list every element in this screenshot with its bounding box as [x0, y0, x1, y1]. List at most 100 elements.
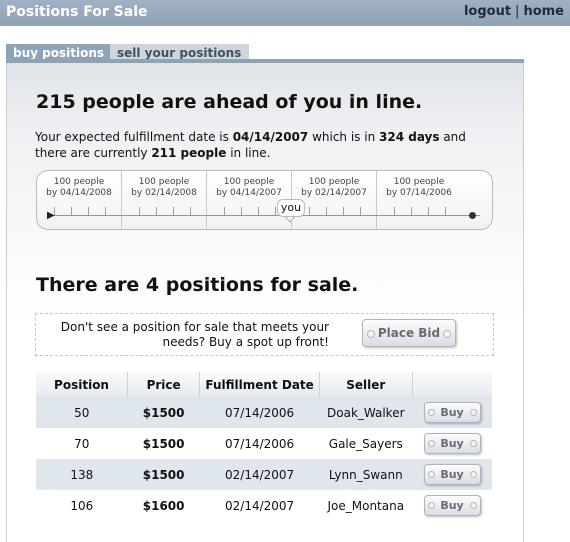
queue-summary: Your expected fulfillment date is 04/14/… — [35, 129, 495, 161]
timeline-tick — [309, 207, 310, 215]
column-header-action — [412, 372, 492, 397]
cell-action: Buy — [412, 490, 492, 521]
cell-seller: Lynn_Swann — [319, 459, 413, 490]
timeline-tick — [360, 207, 361, 215]
timeline-segment: 100 people by 02/14/2007 — [292, 171, 377, 229]
cell-date: 02/14/2007 — [199, 490, 320, 521]
tab-underline — [6, 59, 524, 63]
table-row: 138 $1500 02/14/2007 Lynn_Swann Buy — [36, 459, 492, 490]
timeline-start-arrow-icon: ▶ — [47, 210, 55, 221]
timeline-tick — [326, 207, 327, 215]
timeline-tick — [105, 207, 106, 215]
table-row: 50 $1500 07/14/2006 Doak_Walker Buy — [36, 397, 492, 428]
segment-label: 100 people by 02/14/2008 — [131, 177, 197, 198]
button-dot-icon — [469, 502, 477, 509]
timeline-tick — [71, 207, 72, 215]
bid-prompt-line: Don't see a position for sale that meets… — [60, 320, 329, 334]
cell-date: 07/14/2006 — [199, 428, 320, 459]
cell-action: Buy — [412, 459, 492, 490]
column-header-position: Position — [36, 372, 129, 397]
table-row: 70 $1500 07/14/2006 Gale_Sayers Buy — [36, 428, 492, 459]
you-marker: you — [277, 199, 305, 217]
timeline-tick — [88, 207, 89, 215]
buy-label: Buy — [440, 437, 464, 450]
cell-price: $1500 — [127, 459, 200, 490]
positions-heading: There are 4 positions for sale. — [36, 274, 359, 296]
timeline-end-dot-icon — [469, 212, 476, 219]
timeline-tick — [224, 207, 225, 215]
people-in-line: 211 people — [151, 146, 227, 160]
cell-seller: Gale_Sayers — [319, 428, 413, 459]
top-nav: logout | home — [464, 4, 564, 19]
queue-timeline: 100 people by 04/14/2008 100 people by 02/… — [36, 170, 493, 230]
timeline-segment: 100 people by 02/14/2008 — [122, 171, 207, 229]
timeline-tick — [275, 207, 276, 215]
timeline-tick — [156, 207, 157, 215]
column-header-price: Price — [127, 372, 201, 397]
bid-prompt-line: needs? Buy a spot up front! — [162, 335, 329, 349]
table-header-row: Position Price Fulfillment Date Seller — [36, 372, 492, 397]
timeline-tick — [394, 207, 395, 215]
button-dot-icon — [469, 409, 477, 416]
timeline-segment: 100 people by 07/14/2006 — [377, 171, 461, 229]
cell-action: Buy — [412, 428, 492, 459]
cell-position: 50 — [36, 397, 128, 428]
buy-label: Buy — [440, 468, 464, 481]
bid-prompt: Don't see a position for sale that meets… — [44, 320, 329, 350]
timeline-tick — [343, 207, 344, 215]
button-dot-icon — [427, 440, 435, 447]
cell-date: 07/14/2006 — [199, 397, 320, 428]
column-header-seller: Seller — [319, 372, 413, 397]
timeline-tick — [173, 207, 174, 215]
table-row: 106 $1600 02/14/2007 Joe_Montana Buy — [36, 490, 492, 521]
positions-table: Position Price Fulfillment Date Seller 5… — [36, 372, 492, 521]
cell-position: 138 — [36, 459, 128, 490]
cell-date: 02/14/2007 — [199, 459, 320, 490]
segment-label: 100 people by 07/14/2006 — [386, 177, 452, 198]
buy-label: Buy — [440, 406, 464, 419]
buy-button[interactable]: Buy — [423, 402, 481, 423]
place-bid-box: Don't see a position for sale that meets… — [35, 313, 494, 356]
button-dot-icon — [443, 330, 451, 338]
buy-button[interactable]: Buy — [423, 433, 481, 454]
cell-price: $1500 — [127, 397, 200, 428]
place-bid-label: Place Bid — [377, 326, 441, 340]
timeline-tick — [258, 207, 259, 215]
top-bar: Positions For Sale logout | home — [0, 0, 570, 26]
timeline-tick — [411, 207, 412, 215]
segment-label: 100 people by 04/14/2008 — [46, 177, 112, 198]
summary-text: which is in — [308, 130, 379, 144]
page-title: Positions For Sale — [6, 4, 148, 20]
buy-label: Buy — [440, 499, 464, 512]
nav-separator: | — [515, 4, 520, 19]
timeline-tick — [139, 207, 140, 215]
segment-label: 100 people by 02/14/2007 — [301, 177, 367, 198]
cell-action: Buy — [412, 397, 492, 428]
cell-position: 106 — [36, 490, 128, 521]
timeline-tick — [428, 207, 429, 215]
timeline-ticks — [37, 207, 492, 217]
buy-button[interactable]: Buy — [423, 495, 481, 516]
segment-label: 100 people by 04/14/2007 — [216, 177, 282, 198]
days-until: 324 days — [379, 130, 440, 144]
home-link[interactable]: home — [523, 4, 564, 19]
column-header-date: Fulfillment Date — [199, 372, 320, 397]
cell-price: $1600 — [127, 490, 200, 521]
cell-seller: Joe_Montana — [319, 490, 413, 521]
queue-headline: 215 people are ahead of you in line. — [36, 91, 423, 113]
button-dot-icon — [469, 471, 477, 478]
cell-seller: Doak_Walker — [319, 397, 413, 428]
button-dot-icon — [427, 471, 435, 478]
timeline-tick — [241, 207, 242, 215]
timeline-tick — [190, 207, 191, 215]
cell-price: $1500 — [127, 428, 200, 459]
place-bid-button[interactable]: Place Bid — [362, 319, 456, 347]
buy-button[interactable]: Buy — [423, 464, 481, 485]
summary-text: Your expected fulfillment date is — [35, 130, 233, 144]
logout-link[interactable]: logout — [464, 4, 511, 19]
timeline-tick — [445, 207, 446, 215]
cell-position: 70 — [36, 428, 128, 459]
button-dot-icon — [469, 440, 477, 447]
summary-text: in line. — [226, 146, 271, 160]
button-dot-icon — [427, 502, 435, 509]
